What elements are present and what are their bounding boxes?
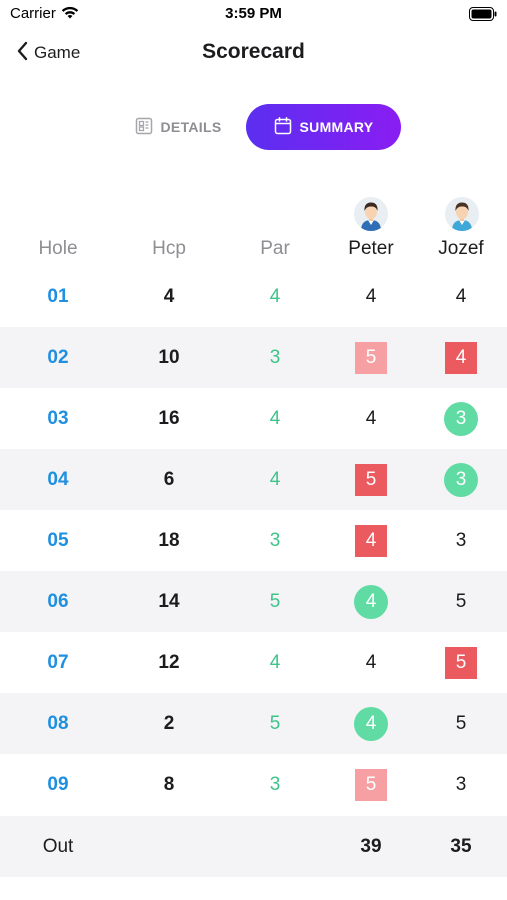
player-score-cell[interactable]: 3 — [416, 510, 506, 571]
hole-number: 06 — [47, 590, 69, 612]
player-total: 39 — [360, 835, 382, 857]
table-row[interactable]: 01 4 4 4 4 — [0, 266, 507, 327]
player-score-cell[interactable]: 4 — [416, 266, 506, 327]
player-score-cell[interactable]: 5 — [416, 632, 506, 693]
player-score-cell[interactable]: 5 — [326, 449, 416, 510]
page-title: Scorecard — [202, 40, 305, 63]
hole-par: 4 — [269, 407, 281, 429]
column-header-hole: Hole — [38, 238, 78, 259]
player-score-cell[interactable]: 5 — [416, 693, 506, 754]
table-row[interactable]: 07 12 4 4 5 — [0, 632, 507, 693]
player-score-cell[interactable]: 4 — [326, 632, 416, 693]
column-header-player: Jozef — [438, 238, 484, 259]
hole-number: 05 — [47, 529, 69, 551]
hole-number: 03 — [47, 407, 69, 429]
table-row[interactable]: 03 16 4 4 3 — [0, 388, 507, 449]
hole-par: 5 — [269, 712, 281, 734]
hole-par: 4 — [269, 468, 281, 490]
totals-label: Out — [42, 835, 74, 857]
score-value: 3 — [444, 401, 478, 436]
hole-hcp: 4 — [163, 285, 175, 307]
status-bar: Carrier 3:59 PM — [0, 0, 507, 28]
hole-hcp: 14 — [158, 590, 180, 612]
score-value: 4 — [354, 706, 388, 741]
score-value: 5 — [455, 590, 467, 612]
score-value: 4 — [455, 285, 467, 307]
hole-number: 07 — [47, 651, 69, 673]
details-icon — [135, 117, 161, 138]
calendar-icon — [274, 116, 300, 138]
hole-par: 3 — [269, 529, 281, 551]
table-row[interactable]: 02 10 3 5 4 — [0, 327, 507, 388]
hole-hcp: 18 — [158, 529, 180, 551]
hole-hcp: 16 — [158, 407, 180, 429]
player-score-cell[interactable]: 4 — [416, 327, 506, 388]
score-value: 4 — [365, 407, 377, 429]
score-value: 3 — [444, 462, 478, 497]
score-value: 3 — [455, 773, 467, 795]
player-score-cell[interactable]: 3 — [416, 449, 506, 510]
player-total: 35 — [450, 835, 472, 857]
score-value: 4 — [445, 341, 477, 374]
hole-par: 4 — [269, 651, 281, 673]
score-value: 3 — [455, 529, 467, 551]
column-header-hcp: Hcp — [152, 238, 186, 259]
hole-hcp: 8 — [163, 773, 175, 795]
column-header-player: Peter — [348, 238, 394, 259]
tab-details[interactable]: DETAILS — [118, 104, 238, 150]
table-row[interactable]: 04 6 4 5 3 — [0, 449, 507, 510]
score-value: 5 — [355, 768, 387, 801]
tab-details-label: DETAILS — [160, 119, 222, 135]
status-time: 3:59 PM — [225, 5, 282, 22]
hole-hcp: 2 — [163, 712, 175, 734]
hole-hcp: 12 — [158, 651, 180, 673]
avatar-icon — [445, 197, 479, 231]
table-row[interactable]: 05 18 3 4 3 — [0, 510, 507, 571]
table-header: Hole Hcp Par Peter Jozef — [0, 233, 507, 265]
hole-hcp: 10 — [158, 346, 180, 368]
table-row[interactable]: 08 2 5 4 5 — [0, 693, 507, 754]
score-value: 5 — [355, 463, 387, 496]
score-value: 5 — [445, 646, 477, 679]
tab-summary-label: SUMMARY — [299, 119, 374, 135]
totals-row: Out 39 35 — [0, 816, 507, 877]
hole-number: 02 — [47, 346, 69, 368]
hole-par: 3 — [269, 773, 281, 795]
column-header-par: Par — [260, 238, 290, 259]
player-score-cell[interactable]: 5 — [326, 327, 416, 388]
score-value: 5 — [455, 712, 467, 734]
hole-hcp: 6 — [163, 468, 175, 490]
table-row[interactable]: 09 8 3 5 3 — [0, 754, 507, 815]
tab-summary[interactable]: SUMMARY — [246, 104, 401, 150]
score-value: 4 — [354, 584, 388, 619]
battery-icon — [469, 7, 497, 26]
score-value: 4 — [355, 524, 387, 557]
player-score-cell[interactable]: 3 — [416, 754, 506, 815]
player-score-cell[interactable]: 5 — [326, 754, 416, 815]
scorecard-table: 01 4 4 4 4 02 10 3 5 4 03 16 4 4 3 04 6 … — [0, 266, 507, 815]
avatar-icon — [354, 197, 388, 231]
player-score-cell[interactable]: 3 — [416, 388, 506, 449]
player-score-cell[interactable]: 4 — [326, 571, 416, 632]
player-score-cell[interactable]: 4 — [326, 266, 416, 327]
player-score-cell[interactable]: 4 — [326, 693, 416, 754]
player-score-cell[interactable]: 4 — [326, 510, 416, 571]
hole-par: 4 — [269, 285, 281, 307]
hole-number: 09 — [47, 773, 69, 795]
score-value: 4 — [365, 285, 377, 307]
player-score-cell[interactable]: 4 — [326, 388, 416, 449]
hole-number: 04 — [47, 468, 69, 490]
hole-number: 01 — [47, 285, 69, 307]
score-value: 4 — [365, 651, 377, 673]
player-score-cell[interactable]: 5 — [416, 571, 506, 632]
score-value: 5 — [355, 341, 387, 374]
hole-par: 3 — [269, 346, 281, 368]
hole-par: 5 — [269, 590, 281, 612]
table-row[interactable]: 06 14 5 4 5 — [0, 571, 507, 632]
hole-number: 08 — [47, 712, 69, 734]
